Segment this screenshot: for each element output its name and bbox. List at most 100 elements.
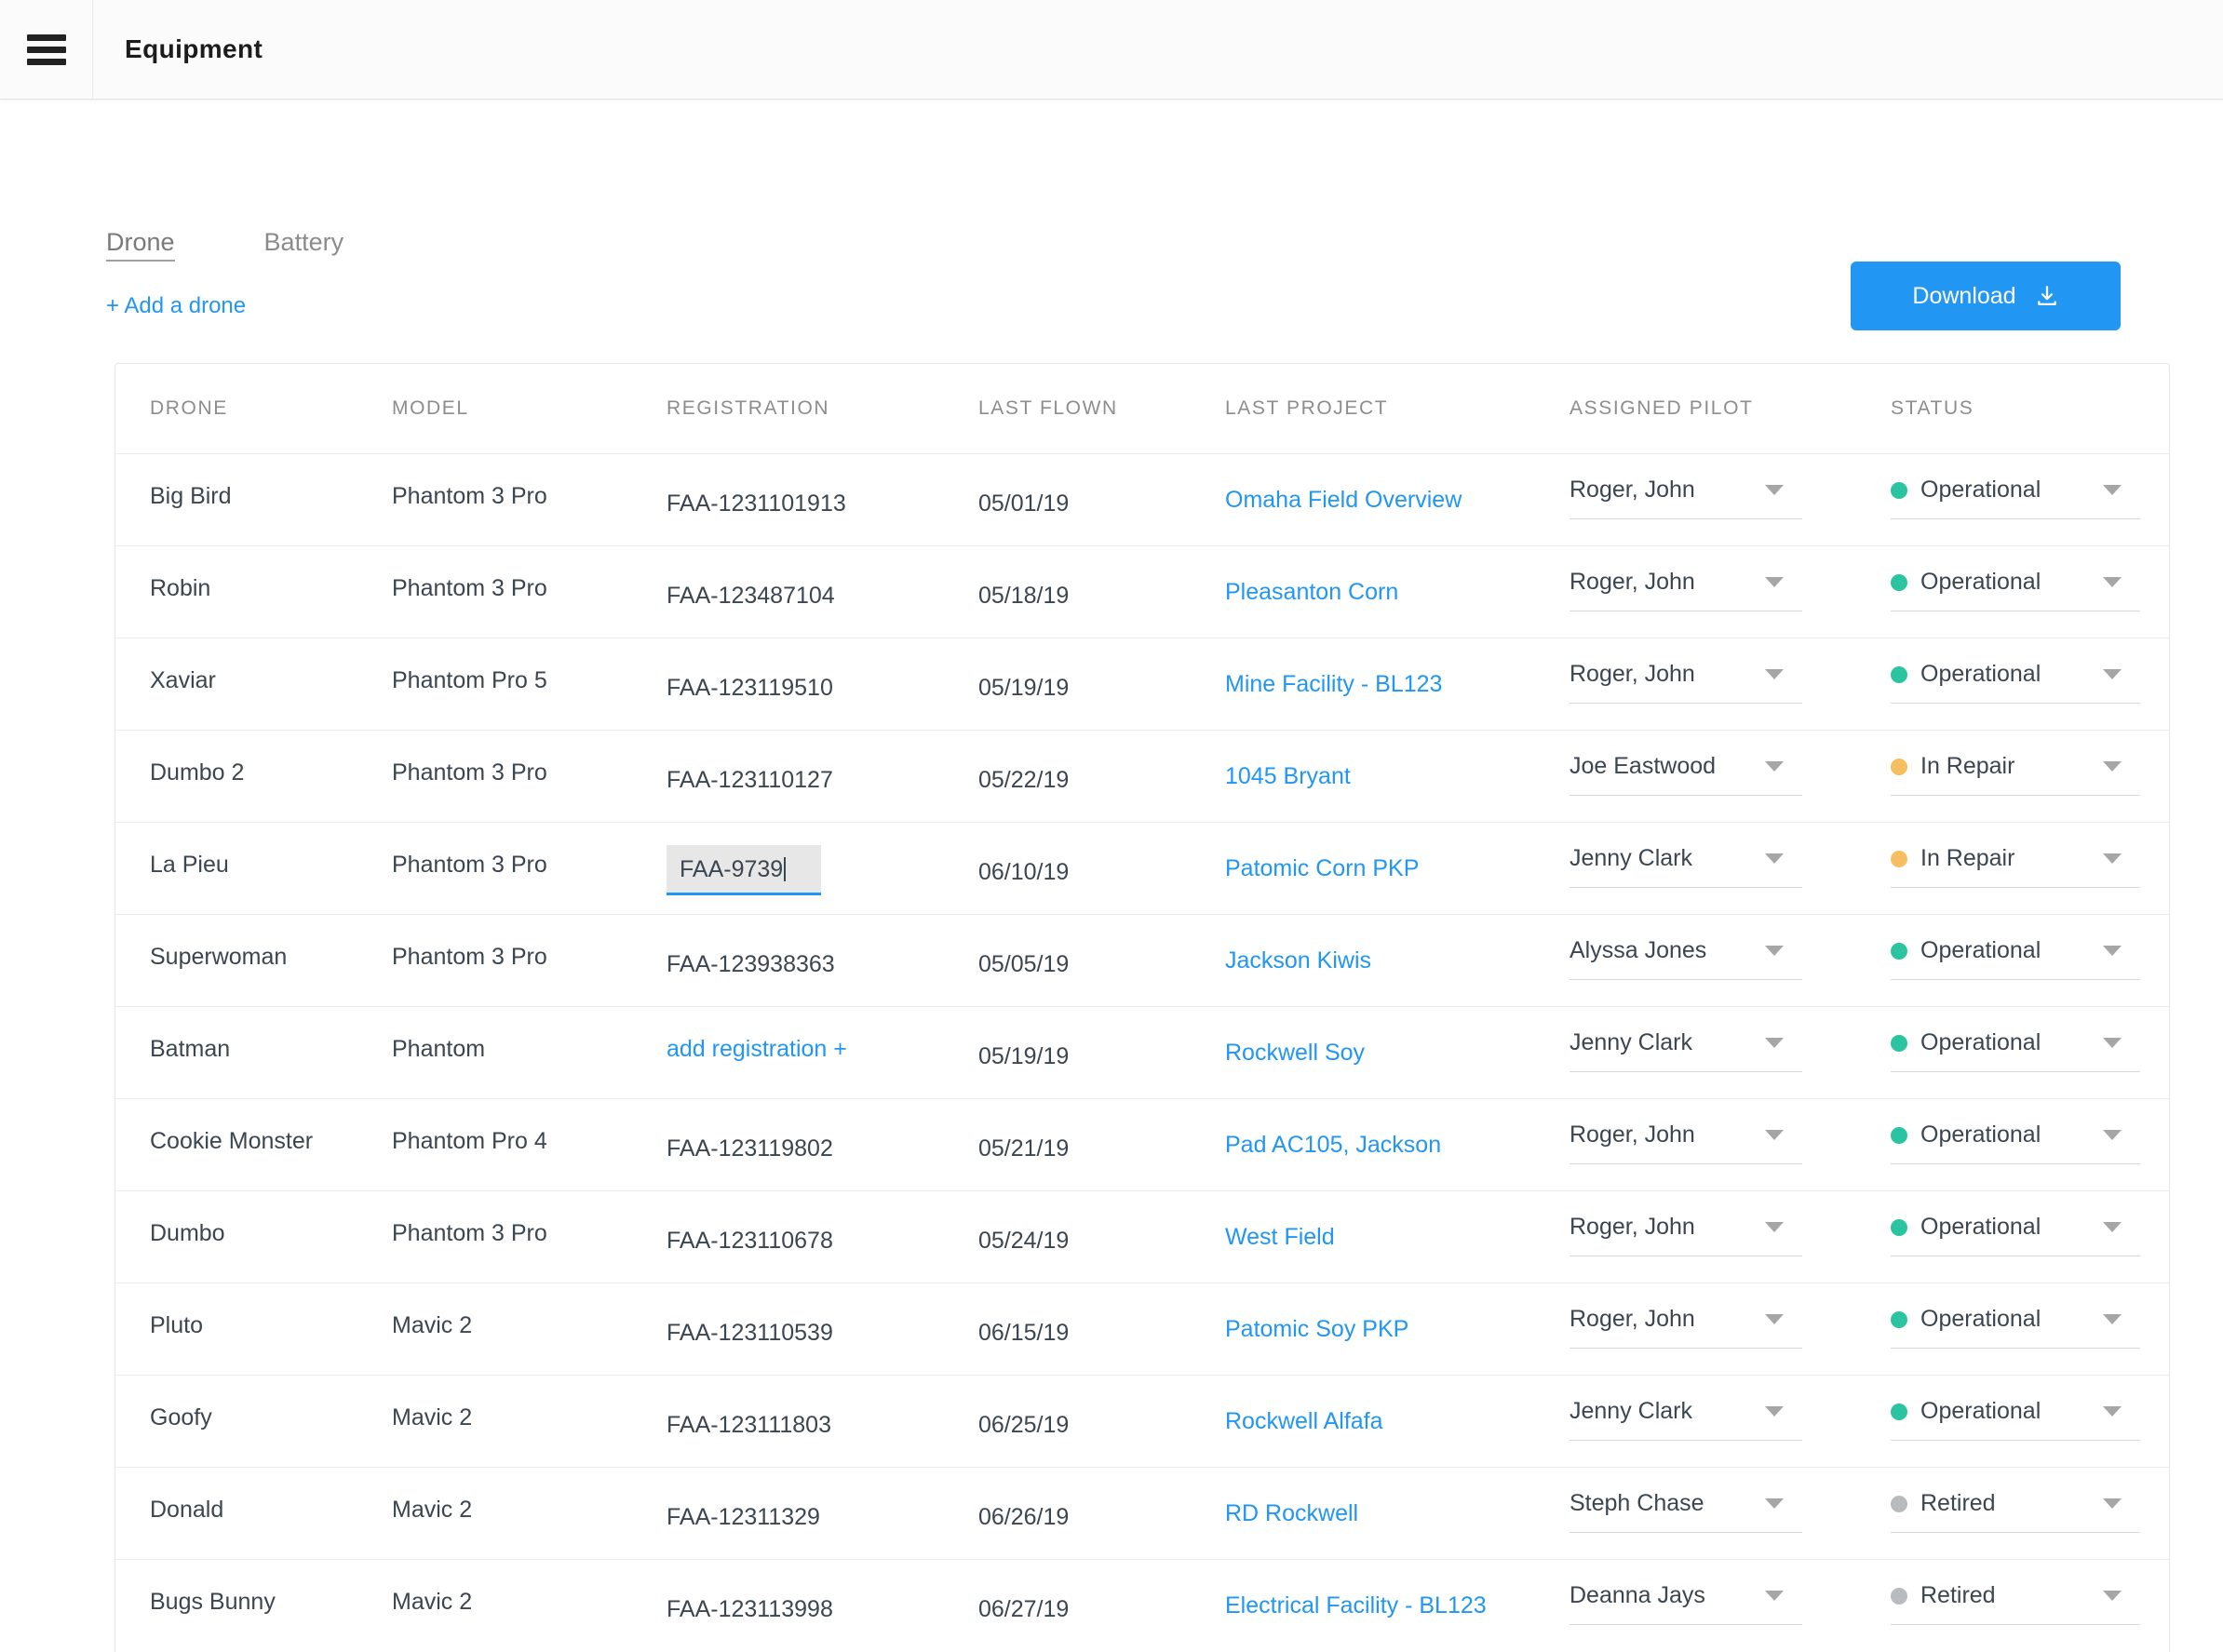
download-button[interactable]: Download: [1851, 262, 2121, 330]
pilot-select[interactable]: Alyssa Jones: [1570, 937, 1802, 980]
registration-value: FAA-123110539: [667, 1319, 833, 1346]
download-button-label: Download: [1912, 282, 2016, 309]
pilot-select[interactable]: Jenny Clark: [1570, 845, 1802, 888]
cell-registration[interactable]: FAA-9739: [662, 823, 974, 915]
project-link[interactable]: RD Rockwell: [1225, 1500, 1358, 1526]
project-link[interactable]: Rockwell Soy: [1225, 1040, 1365, 1066]
last-flown-date: 05/19/19: [978, 674, 1070, 701]
pilot-select[interactable]: Steph Chase: [1570, 1490, 1802, 1533]
column-header-assigned-pilot: ASSIGNED PILOT: [1570, 397, 1754, 419]
cell-registration[interactable]: FAA-123119510: [662, 638, 974, 731]
pilot-select[interactable]: Jenny Clark: [1570, 1398, 1802, 1441]
project-link[interactable]: Pad AC105, Jackson: [1225, 1132, 1441, 1158]
cell-last-project: Pad AC105, Jackson: [1220, 1099, 1565, 1191]
table-row: Cookie Monster Phantom Pro 4 FAA-123119802…: [115, 1098, 2169, 1191]
table-row: Dumbo 2 Phantom 3 Pro FAA-123110127 05/22/1…: [115, 730, 2169, 823]
add-drone-link[interactable]: + Add a drone: [106, 293, 246, 319]
pilot-select[interactable]: Roger, John: [1570, 661, 1802, 704]
status-dot: [1891, 1126, 1907, 1144]
drone-model: Phantom 3 Pro: [392, 482, 547, 509]
project-link[interactable]: West Field: [1225, 1224, 1335, 1250]
cell-registration[interactable]: FAA-123487104: [662, 546, 974, 638]
pilot-select[interactable]: Roger, John: [1570, 477, 1802, 519]
status-select[interactable]: Operational: [1891, 661, 2140, 704]
column-header-status: STATUS: [1891, 397, 1974, 419]
add-registration-link[interactable]: add registration +: [667, 1036, 974, 1063]
project-link[interactable]: Patomic Soy PKP: [1225, 1316, 1408, 1342]
cell-drone: Bugs Bunny: [115, 1560, 387, 1652]
pilot-select[interactable]: Roger, John: [1570, 1214, 1802, 1256]
cell-registration[interactable]: FAA-123110539: [662, 1283, 974, 1376]
status-select[interactable]: Retired: [1891, 1490, 2140, 1533]
table-row: Robin Phantom 3 Pro FAA-123487104 05/18/19 P…: [115, 545, 2169, 638]
status-select[interactable]: Operational: [1891, 937, 2140, 980]
registration-input[interactable]: FAA-9739: [667, 845, 821, 895]
status-select[interactable]: Operational: [1891, 1214, 2140, 1256]
status-select[interactable]: Operational: [1891, 1398, 2140, 1441]
pilot-select[interactable]: Roger, John: [1570, 1306, 1802, 1349]
status-select[interactable]: Operational: [1891, 1029, 2140, 1072]
cell-last-project: Pleasanton Corn: [1220, 546, 1565, 638]
pilot-select[interactable]: Joe Eastwood: [1570, 753, 1802, 796]
cell-status: Retired: [1886, 1560, 2169, 1652]
last-flown-date: 06/26/19: [978, 1503, 1070, 1530]
registration-value: FAA-123110127: [667, 766, 833, 793]
cell-drone: Pluto: [115, 1283, 387, 1376]
cell-registration[interactable]: FAA-1231101913: [662, 454, 974, 546]
cell-last-flown: 06/26/19: [974, 1468, 1220, 1560]
cell-registration[interactable]: FAA-123111803: [662, 1376, 974, 1468]
project-link[interactable]: Omaha Field Overview: [1225, 487, 1462, 513]
pilot-select[interactable]: Roger, John: [1570, 1121, 1802, 1164]
registration-value: FAA-1231101913: [667, 490, 846, 517]
registration-value: FAA-123938363: [667, 950, 835, 977]
status-dot: [1891, 1403, 1907, 1420]
status-select[interactable]: In Repair: [1891, 845, 2140, 888]
drone-model: Phantom 3 Pro: [392, 759, 547, 786]
project-link[interactable]: Rockwell Alfafa: [1225, 1408, 1383, 1434]
status-select[interactable]: Retired: [1891, 1582, 2140, 1625]
cell-assigned-pilot: Alyssa Jones: [1565, 915, 1886, 1007]
cell-registration[interactable]: FAA-12311329: [662, 1468, 974, 1560]
project-link[interactable]: Jackson Kiwis: [1225, 947, 1371, 974]
chevron-down-icon: [2103, 761, 2122, 772]
cell-last-flown: 06/10/19: [974, 823, 1220, 915]
cell-assigned-pilot: Roger, John: [1565, 546, 1886, 638]
cell-registration[interactable]: FAA-123119802: [662, 1099, 974, 1191]
app-header: Equipment: [0, 0, 2223, 100]
last-flown-date: 05/05/19: [978, 950, 1070, 977]
cell-last-project: Patomic Corn PKP: [1220, 823, 1565, 915]
project-link[interactable]: 1045 Bryant: [1225, 763, 1351, 789]
cell-registration[interactable]: FAA-123938363: [662, 915, 974, 1007]
tab-drone[interactable]: Drone: [106, 228, 175, 262]
pilot-select[interactable]: Jenny Clark: [1570, 1029, 1802, 1072]
status-select[interactable]: Operational: [1891, 1121, 2140, 1164]
pilot-select[interactable]: Deanna Jays: [1570, 1582, 1802, 1625]
pilot-select[interactable]: Roger, John: [1570, 569, 1802, 611]
cell-registration[interactable]: FAA-123113998: [662, 1560, 974, 1652]
cell-model: Mavic 2: [387, 1283, 662, 1376]
project-link[interactable]: Pleasanton Corn: [1225, 579, 1398, 605]
project-link[interactable]: Electrical Facility - BL123: [1225, 1592, 1487, 1618]
cell-model: Mavic 2: [387, 1560, 662, 1652]
status-select[interactable]: Operational: [1891, 569, 2140, 611]
chevron-down-icon: [2103, 853, 2122, 864]
pilot-name: Roger, John: [1570, 661, 1695, 687]
project-link[interactable]: Mine Facility - BL123: [1225, 671, 1442, 697]
pilot-name: Jenny Clark: [1570, 1398, 1692, 1424]
status-select[interactable]: Operational: [1891, 477, 2140, 519]
status-select[interactable]: In Repair: [1891, 753, 2140, 796]
cell-drone: Batman: [115, 1007, 387, 1099]
cell-registration[interactable]: FAA-123110678: [662, 1191, 974, 1283]
chevron-down-icon: [1765, 577, 1784, 587]
menu-button[interactable]: [0, 0, 93, 99]
cell-registration[interactable]: add registration +: [662, 1007, 974, 1099]
status-dot: [1891, 942, 1907, 960]
drone-name: Big Bird: [150, 482, 232, 509]
drone-model: Phantom Pro 4: [392, 1127, 547, 1154]
cell-registration[interactable]: FAA-123110127: [662, 731, 974, 823]
tab-battery[interactable]: Battery: [264, 228, 344, 260]
cell-status: Operational: [1886, 915, 2169, 1007]
hamburger-icon[interactable]: [26, 34, 66, 65]
project-link[interactable]: Patomic Corn PKP: [1225, 855, 1419, 881]
status-select[interactable]: Operational: [1891, 1306, 2140, 1349]
